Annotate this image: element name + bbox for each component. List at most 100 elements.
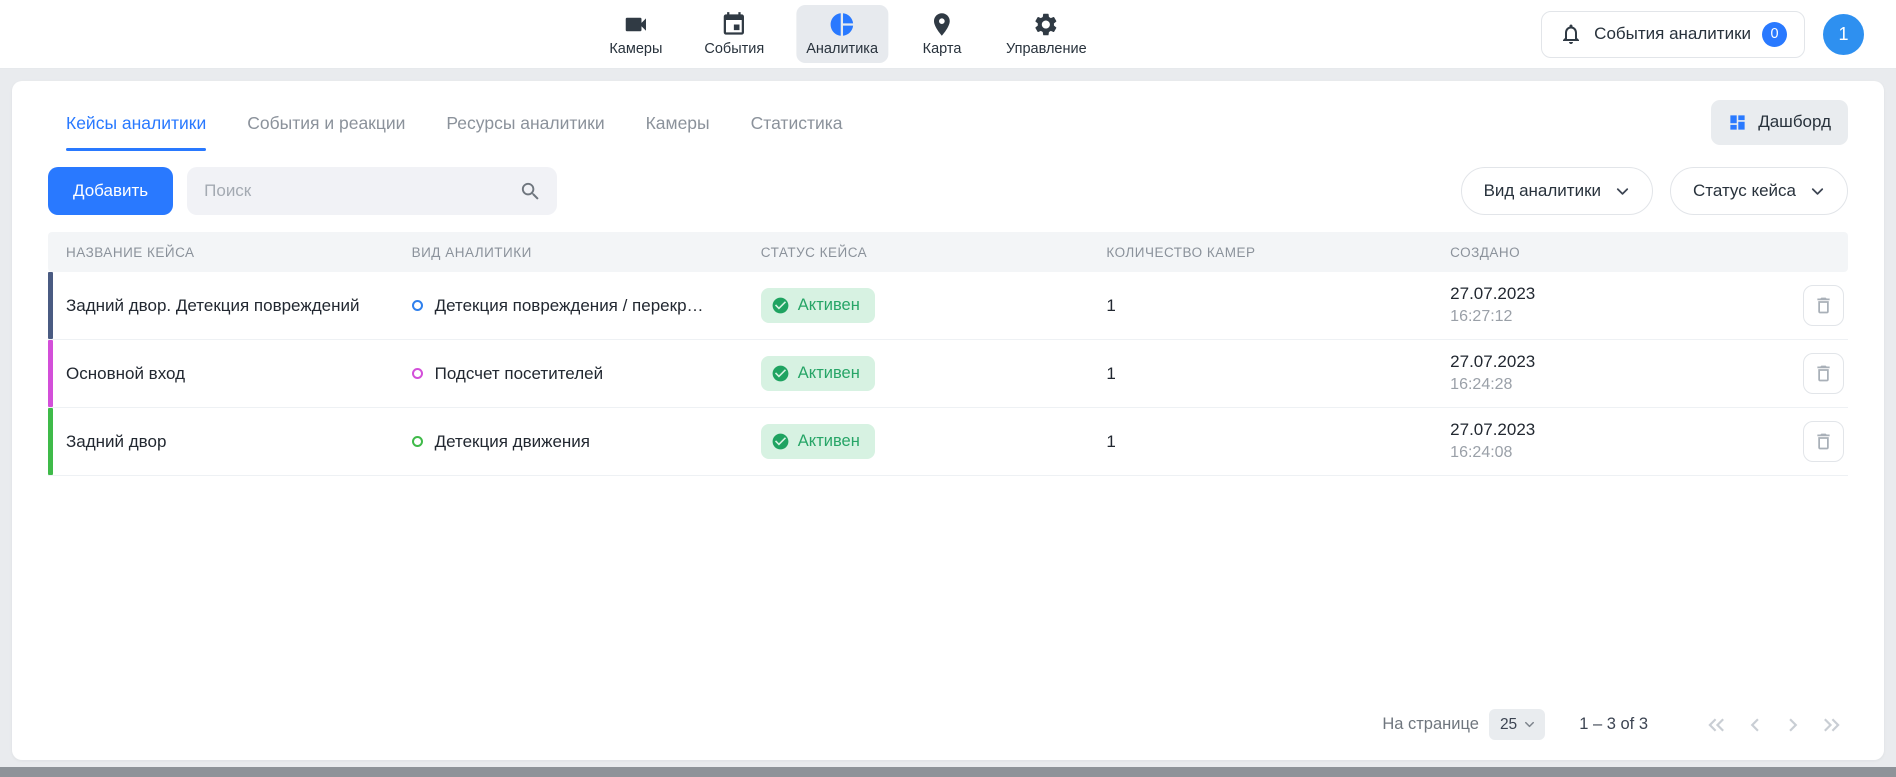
search-box <box>187 167 557 215</box>
chevron-left-icon <box>1742 712 1768 738</box>
analytics-type-cell: Детекция повреждения / перекр… <box>412 296 761 316</box>
analytics-type-dot <box>412 436 423 447</box>
actions-cell <box>1786 285 1848 326</box>
last-page-icon <box>1818 712 1844 738</box>
per-page: На странице 25 <box>1382 709 1545 740</box>
first-page-icon <box>1704 712 1730 738</box>
analytics-events-button[interactable]: События аналитики 0 <box>1541 11 1805 58</box>
created-cell: 27.07.2023 16:27:12 <box>1450 283 1786 328</box>
created-date: 27.07.2023 <box>1450 351 1786 374</box>
per-page-select[interactable]: 25 <box>1489 709 1545 740</box>
table-header: НАЗВАНИЕ КЕЙСА ВИД АНАЛИТИКИ СТАТУС КЕЙС… <box>48 232 1848 272</box>
chevron-down-icon <box>1613 182 1632 201</box>
check-circle-icon <box>771 364 790 383</box>
created-time: 16:24:08 <box>1450 442 1786 464</box>
status-cell: Активен <box>761 424 1107 459</box>
status-label: Активен <box>798 364 860 383</box>
check-circle-icon <box>771 296 790 315</box>
table-row[interactable]: Основной вход Подсчет посетителей Активе… <box>48 340 1848 408</box>
analytics-type-cell: Подсчет посетителей <box>412 364 761 384</box>
case-status-filter[interactable]: Статус кейса <box>1670 167 1848 215</box>
column-header-camera-count: КОЛИЧЕСТВО КАМЕР <box>1106 245 1450 260</box>
analytics-type-dot <box>412 300 423 311</box>
search-input[interactable] <box>204 181 519 201</box>
nav-label: События <box>704 41 764 57</box>
column-header-name: НАЗВАНИЕ КЕЙСА <box>48 245 412 260</box>
nav-label: Аналитика <box>806 41 878 57</box>
actions-cell <box>1786 421 1848 462</box>
dashboard-button[interactable]: Дашборд <box>1711 100 1848 145</box>
tab-events-reactions[interactable]: События и реакции <box>247 93 405 151</box>
chevron-down-icon <box>1808 182 1827 201</box>
analytics-type-label: Подсчет посетителей <box>435 364 603 384</box>
nav-label: Карта <box>923 41 962 57</box>
analytics-type-label: Детекция повреждения / перекр… <box>435 296 704 316</box>
nav-label: Управление <box>1006 41 1087 57</box>
events-button-label: События аналитики <box>1594 24 1751 44</box>
created-cell: 27.07.2023 16:24:28 <box>1450 351 1786 396</box>
status-badge: Активен <box>761 424 875 459</box>
calendar-icon <box>721 11 748 38</box>
case-name: Задний двор. Детекция повреждений <box>48 296 412 316</box>
last-page-button[interactable] <box>1816 710 1846 740</box>
topbar-right: События аналитики 0 1 <box>1541 11 1864 58</box>
nav-item-events[interactable]: События <box>694 5 774 63</box>
user-avatar[interactable]: 1 <box>1823 14 1864 55</box>
tab-analytics-cases[interactable]: Кейсы аналитики <box>66 93 206 151</box>
dashboard-button-label: Дашборд <box>1758 112 1831 132</box>
pager-arrows <box>1702 710 1846 740</box>
status-badge: Активен <box>761 288 875 323</box>
status-label: Активен <box>798 296 860 315</box>
created-date: 27.07.2023 <box>1450 419 1786 442</box>
created-date: 27.07.2023 <box>1450 283 1786 306</box>
next-page-button[interactable] <box>1778 710 1808 740</box>
trash-icon <box>1813 363 1834 384</box>
gear-icon <box>1033 11 1060 38</box>
nav-label: Камеры <box>609 41 662 57</box>
per-page-value: 25 <box>1500 716 1517 734</box>
tab-cameras[interactable]: Камеры <box>646 93 710 151</box>
search-icon <box>519 180 542 203</box>
check-circle-icon <box>771 432 790 451</box>
main-area: Кейсы аналитики События и реакции Ресурс… <box>0 69 1896 767</box>
tab-statistics[interactable]: Статистика <box>751 93 843 151</box>
created-cell: 27.07.2023 16:24:08 <box>1450 419 1786 464</box>
filter-label: Вид аналитики <box>1484 181 1601 201</box>
camera-count: 1 <box>1106 432 1450 452</box>
nav-item-cameras[interactable]: Камеры <box>599 5 672 63</box>
tabs-row: Кейсы аналитики События и реакции Ресурс… <box>48 93 1848 151</box>
pie-chart-icon <box>829 11 856 38</box>
map-pin-icon <box>929 11 956 38</box>
page-range: 1 – 3 of 3 <box>1579 715 1648 734</box>
status-badge: Активен <box>761 356 875 391</box>
row-accent-bar <box>48 272 53 339</box>
nav-item-management[interactable]: Управление <box>996 5 1097 63</box>
first-page-button[interactable] <box>1702 710 1732 740</box>
analytics-type-filter[interactable]: Вид аналитики <box>1461 167 1653 215</box>
delete-case-button[interactable] <box>1803 285 1844 326</box>
column-header-analytics-type: ВИД АНАЛИТИКИ <box>412 245 761 260</box>
tabs: Кейсы аналитики События и реакции Ресурс… <box>66 93 843 151</box>
prev-page-button[interactable] <box>1740 710 1770 740</box>
camera-count: 1 <box>1106 296 1450 316</box>
delete-case-button[interactable] <box>1803 421 1844 462</box>
delete-case-button[interactable] <box>1803 353 1844 394</box>
status-cell: Активен <box>761 288 1107 323</box>
nav-item-analytics[interactable]: Аналитика <box>796 5 888 63</box>
window-bottom-edge <box>0 767 1896 777</box>
bell-icon <box>1559 22 1583 46</box>
nav-item-map[interactable]: Карта <box>910 5 974 63</box>
add-case-button[interactable]: Добавить <box>48 167 173 215</box>
chevron-down-icon <box>1522 717 1537 732</box>
tab-analytics-resources[interactable]: Ресурсы аналитики <box>446 93 604 151</box>
filters: Вид аналитики Статус кейса <box>1461 167 1848 215</box>
table-row[interactable]: Задний двор Детекция движения Активен 1 … <box>48 408 1848 476</box>
created-time: 16:24:28 <box>1450 374 1786 396</box>
case-name: Основной вход <box>48 364 412 384</box>
table-row[interactable]: Задний двор. Детекция повреждений Детекц… <box>48 272 1848 340</box>
analytics-cases-card: Кейсы аналитики События и реакции Ресурс… <box>12 81 1884 760</box>
trash-icon <box>1813 295 1834 316</box>
toolbar: Добавить Вид аналитики Статус кейса <box>48 167 1848 215</box>
events-count-badge: 0 <box>1762 22 1787 47</box>
filter-label: Статус кейса <box>1693 181 1796 201</box>
